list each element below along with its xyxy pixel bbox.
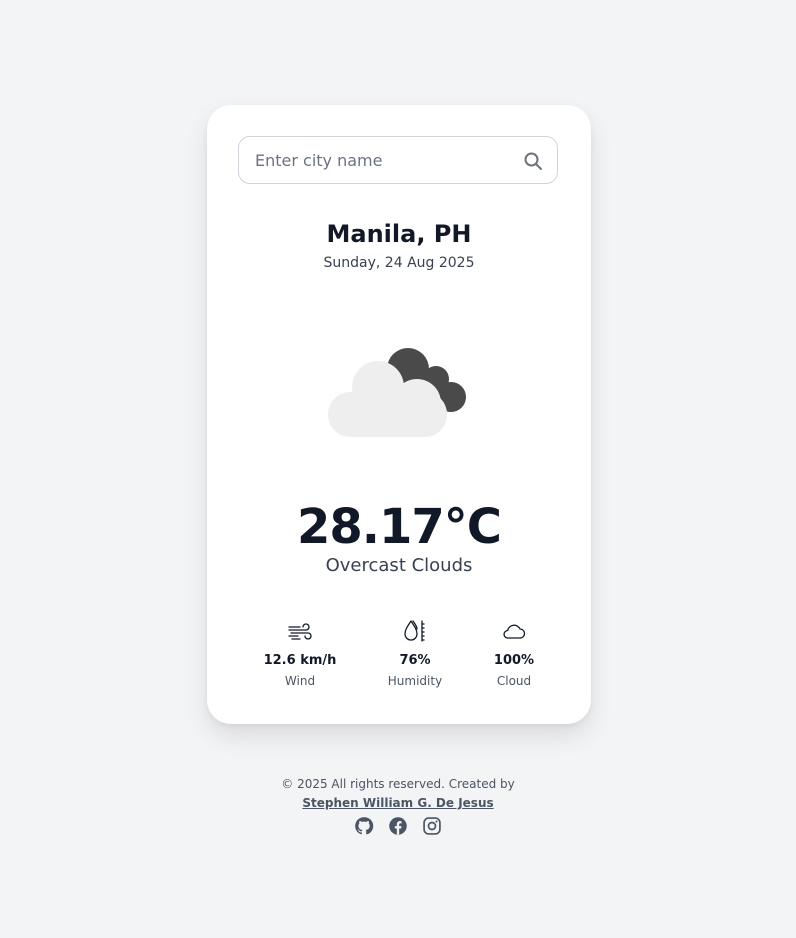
cloud-stat: 100% Cloud bbox=[464, 617, 564, 688]
instagram-icon[interactable] bbox=[422, 816, 442, 836]
wind-icon bbox=[288, 623, 312, 640]
humidity-value: 76% bbox=[399, 653, 431, 668]
humidity-icon bbox=[404, 620, 425, 642]
temperature: 28.17°C bbox=[296, 499, 502, 555]
search-bar bbox=[238, 136, 558, 184]
wind-value: 12.6 km/h bbox=[263, 653, 337, 668]
wind-label: Wind bbox=[284, 674, 316, 688]
humidity-stat: 76% Humidity bbox=[365, 617, 465, 688]
weather-card: Manila, PH Sunday, 24 Aug 2025 28.17°C O… bbox=[207, 105, 591, 724]
current-date: Sunday, 24 Aug 2025 bbox=[323, 255, 475, 271]
search-icon[interactable] bbox=[523, 151, 543, 171]
facebook-icon[interactable] bbox=[388, 816, 408, 836]
github-icon[interactable] bbox=[354, 816, 374, 836]
footer: © 2025 All rights reserved. Created by S… bbox=[0, 776, 796, 811]
cloud-value: 100% bbox=[493, 653, 535, 668]
copyright-text: © 2025 All rights reserved. Created by bbox=[281, 777, 515, 791]
weather-description: Overcast Clouds bbox=[325, 555, 473, 576]
humidity-label: Humidity bbox=[387, 674, 443, 688]
overcast-clouds-icon bbox=[328, 348, 466, 437]
cloud-icon bbox=[503, 624, 526, 639]
wind-stat: 12.6 km/h Wind bbox=[250, 617, 350, 688]
social-links bbox=[0, 816, 796, 836]
city-search-input[interactable] bbox=[255, 137, 515, 183]
cloud-label: Cloud bbox=[496, 674, 532, 688]
city-name: Manila, PH bbox=[326, 220, 472, 248]
author-link[interactable]: Stephen William G. De Jesus bbox=[302, 795, 493, 811]
